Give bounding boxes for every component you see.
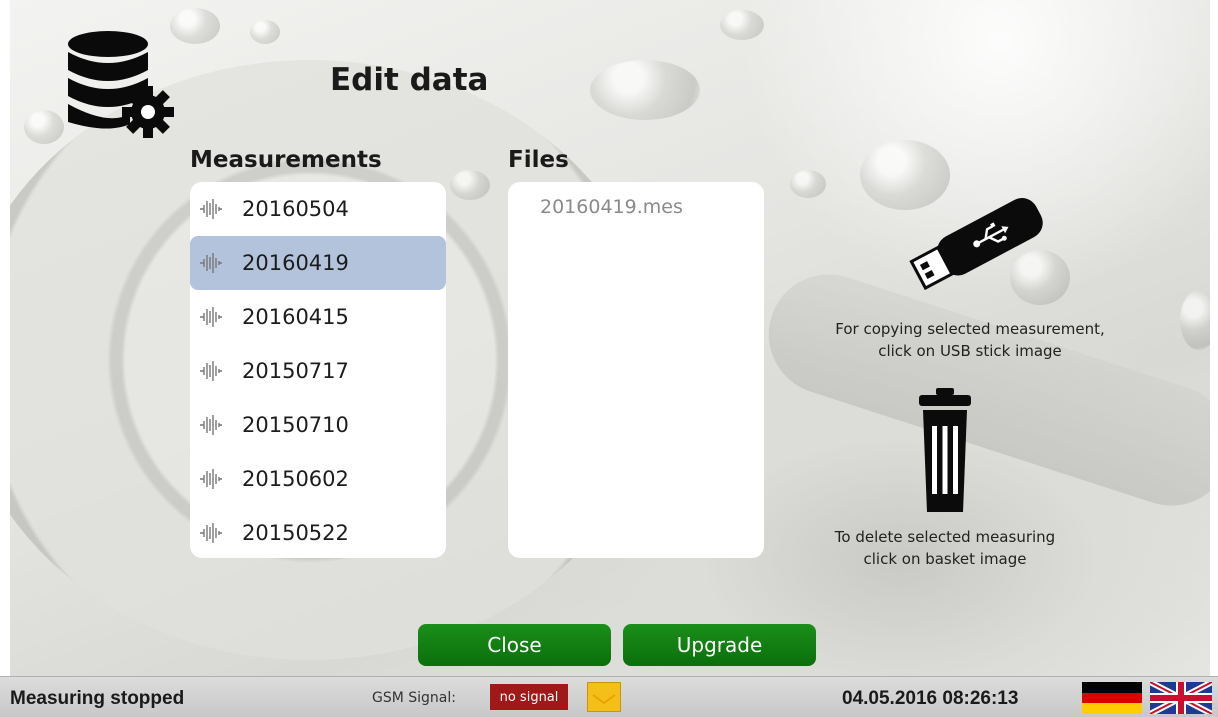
- water-drop: [790, 170, 826, 198]
- waveform-icon: [200, 361, 222, 381]
- usb-hint: For copying selected measurement, click …: [790, 318, 1150, 362]
- waveform-icon: [200, 523, 222, 543]
- measurement-label: 20150710: [242, 413, 349, 437]
- gsm-label: GSM Signal:: [372, 690, 456, 706]
- measurement-item[interactable]: 20160504: [190, 182, 446, 236]
- usb-stick-icon[interactable]: [906, 194, 1050, 290]
- measurement-item[interactable]: 20150717: [190, 344, 446, 398]
- page-title: Edit data: [330, 62, 489, 98]
- status-bar: Measuring stopped GSM Signal: no signal …: [0, 676, 1218, 717]
- trash-hint-line2: click on basket image: [863, 550, 1027, 568]
- datetime: 04.05.2016 08:26:13: [842, 688, 1019, 709]
- files-list[interactable]: 20160419.mes: [508, 182, 764, 558]
- disk-arm: [753, 258, 1218, 522]
- flag-germany-icon[interactable]: [1082, 682, 1142, 714]
- flag-uk-icon[interactable]: [1150, 682, 1212, 714]
- measurement-item[interactable]: 20150522: [190, 506, 446, 558]
- measurement-label: 20160504: [242, 197, 349, 221]
- water-drop: [720, 10, 764, 40]
- measurement-label: 20150602: [242, 467, 349, 491]
- waveform-icon: [200, 199, 222, 219]
- trash-hint: To delete selected measuring click on ba…: [790, 526, 1100, 570]
- upgrade-button[interactable]: Upgrade: [623, 624, 816, 666]
- files-heading: Files: [508, 147, 569, 173]
- file-item[interactable]: 20160419.mes: [508, 182, 764, 218]
- measurement-item[interactable]: 20160415: [190, 290, 446, 344]
- waveform-icon: [200, 469, 222, 489]
- waveform-icon: [200, 253, 222, 273]
- water-drop: [24, 110, 64, 144]
- measuring-status: Measuring stopped: [10, 688, 185, 709]
- measurement-item[interactable]: 20150602: [190, 452, 446, 506]
- water-drop: [450, 170, 490, 200]
- measurements-heading: Measurements: [190, 147, 382, 173]
- waveform-icon: [200, 307, 222, 327]
- measurement-label: 20150717: [242, 359, 349, 383]
- message-button[interactable]: [587, 682, 621, 712]
- water-drop: [170, 8, 220, 44]
- water-drop: [590, 60, 700, 120]
- waveform-icon: [200, 415, 222, 435]
- close-button[interactable]: Close: [418, 624, 611, 666]
- usb-hint-line1: For copying selected measurement,: [835, 320, 1105, 338]
- trash-hint-line1: To delete selected measuring: [834, 528, 1056, 546]
- measurement-label: 20160415: [242, 305, 349, 329]
- usb-hint-line2: click on USB stick image: [878, 342, 1062, 360]
- measurement-label: 20160419: [242, 251, 349, 275]
- right-margin: [1210, 0, 1218, 676]
- measurements-list[interactable]: 20160504 20160419 20160415 20150717 2015…: [190, 182, 446, 558]
- left-margin: [0, 0, 10, 676]
- trash-icon[interactable]: [917, 388, 973, 512]
- water-drop: [250, 20, 280, 44]
- measurement-label: 20150522: [242, 521, 349, 545]
- database-gear-icon: [68, 31, 174, 138]
- measurement-item-selected[interactable]: 20160419: [190, 236, 446, 290]
- envelope-icon: [592, 694, 616, 705]
- gsm-status-badge: no signal: [490, 684, 568, 710]
- measurement-item[interactable]: 20150710: [190, 398, 446, 452]
